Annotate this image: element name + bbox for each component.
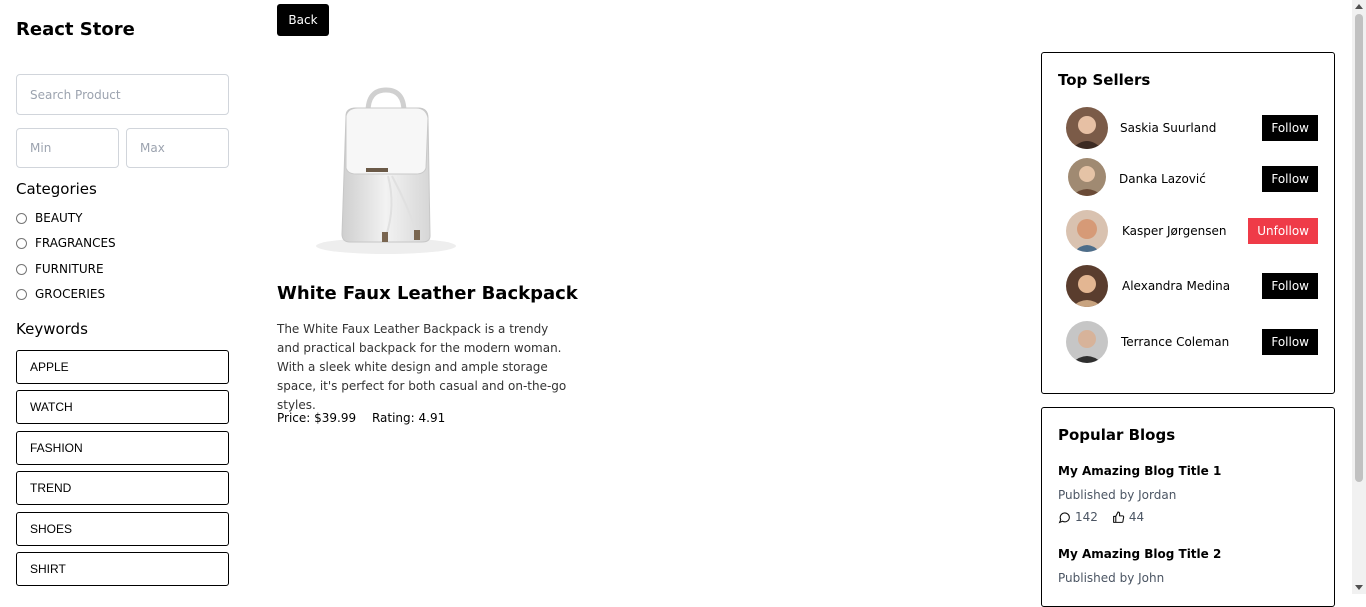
seller-row: Saskia Suurland Follow: [1042, 107, 1334, 151]
radio-icon[interactable]: [16, 288, 27, 300]
follow-button[interactable]: Follow: [1262, 115, 1318, 141]
keywords-heading: Keywords: [16, 320, 88, 338]
thumbs-up-icon: [1112, 511, 1125, 523]
popular-blogs-title: Popular Blogs: [1058, 426, 1176, 444]
radio-icon[interactable]: [16, 212, 27, 224]
like-count: 44: [1112, 510, 1144, 524]
category-label: FRAGRANCES: [35, 236, 116, 250]
seller-row: Danka Lazović Follow: [1042, 158, 1334, 202]
product-image: [300, 86, 472, 266]
page-scrollbar[interactable]: [1352, 0, 1366, 594]
product-description: The White Faux Leather Backpack is a tre…: [277, 322, 567, 412]
seller-row: Kasper Jørgensen Unfollow: [1042, 210, 1334, 254]
scroll-up-icon[interactable]: [1355, 4, 1363, 9]
scroll-thumb[interactable]: [1355, 14, 1363, 482]
keyword-button-shoes[interactable]: SHOES: [16, 512, 229, 546]
blog-author: Published by Jordan: [1058, 488, 1177, 502]
category-furniture[interactable]: FURNITURE: [16, 262, 104, 276]
blog-stats: 142 44: [1058, 510, 1318, 524]
blog-title[interactable]: My Amazing Blog Title 1: [1058, 464, 1318, 478]
product-rating: Rating: 4.91: [371, 411, 446, 425]
top-sellers-panel: Top Sellers Saskia Suurland Follow Danka…: [1041, 52, 1335, 394]
blog-title[interactable]: My Amazing Blog Title 2: [1058, 547, 1318, 561]
avatar: [1068, 158, 1106, 196]
comment-count-value: 142: [1075, 510, 1098, 524]
avatar: [1066, 265, 1108, 307]
follow-button[interactable]: Follow: [1262, 166, 1318, 192]
like-count-value: 44: [1128, 510, 1145, 524]
avatar: [1066, 107, 1108, 149]
blog-item[interactable]: My Amazing Blog Title 2 Published by Joh…: [1058, 547, 1318, 585]
keyword-button-fashion[interactable]: FASHION: [16, 431, 229, 465]
category-groceries[interactable]: GROCERIES: [16, 287, 105, 301]
keyword-button-trend[interactable]: TREND: [16, 471, 229, 505]
category-fragrances[interactable]: FRAGRANCES: [16, 236, 116, 250]
category-label: GROCERIES: [35, 287, 106, 301]
follow-button[interactable]: Follow: [1262, 329, 1318, 355]
min-price-input[interactable]: [16, 128, 119, 168]
avatar: [1066, 321, 1108, 363]
max-price-input[interactable]: [126, 128, 229, 168]
blog-author: Published by John: [1058, 571, 1165, 585]
seller-name: Saskia Suurland: [1120, 121, 1217, 135]
follow-button[interactable]: Follow: [1262, 273, 1318, 299]
comment-count: 142: [1058, 510, 1098, 524]
keyword-button-watch[interactable]: WATCH: [16, 390, 229, 424]
radio-icon[interactable]: [16, 263, 27, 275]
unfollow-button[interactable]: Unfollow: [1248, 218, 1318, 244]
category-beauty[interactable]: BEAUTY: [16, 211, 82, 225]
seller-name: Danka Lazović: [1119, 172, 1206, 186]
seller-name: Kasper Jørgensen: [1122, 224, 1227, 238]
category-label: BEAUTY: [35, 211, 83, 225]
backpack-illustration: [316, 87, 456, 254]
radio-icon[interactable]: [16, 237, 27, 249]
categories-heading: Categories: [16, 180, 97, 198]
seller-name: Alexandra Medina: [1122, 279, 1231, 293]
seller-name: Terrance Coleman: [1121, 335, 1230, 349]
popular-blogs-panel: Popular Blogs My Amazing Blog Title 1 Pu…: [1041, 407, 1335, 607]
keyword-button-apple[interactable]: APPLE: [16, 350, 229, 384]
app-title: React Store: [16, 19, 135, 40]
seller-row: Terrance Coleman Follow: [1042, 321, 1334, 365]
blog-item[interactable]: My Amazing Blog Title 1 Published by Jor…: [1058, 464, 1318, 524]
avatar: [1066, 210, 1108, 252]
top-sellers-title: Top Sellers: [1058, 71, 1151, 89]
product-price: Price: $39.99: [277, 411, 357, 425]
scroll-down-icon[interactable]: [1355, 585, 1363, 590]
keyword-button-shirt[interactable]: SHIRT: [16, 552, 229, 586]
price-rating-row: Price: $39.99 Rating: 4.91: [277, 411, 457, 425]
search-input[interactable]: [16, 74, 229, 115]
back-button[interactable]: Back: [277, 4, 329, 36]
comment-icon: [1058, 511, 1070, 523]
seller-row: Alexandra Medina Follow: [1042, 265, 1334, 309]
product-title: White Faux Leather Backpack: [277, 283, 578, 304]
category-label: FURNITURE: [35, 262, 104, 276]
